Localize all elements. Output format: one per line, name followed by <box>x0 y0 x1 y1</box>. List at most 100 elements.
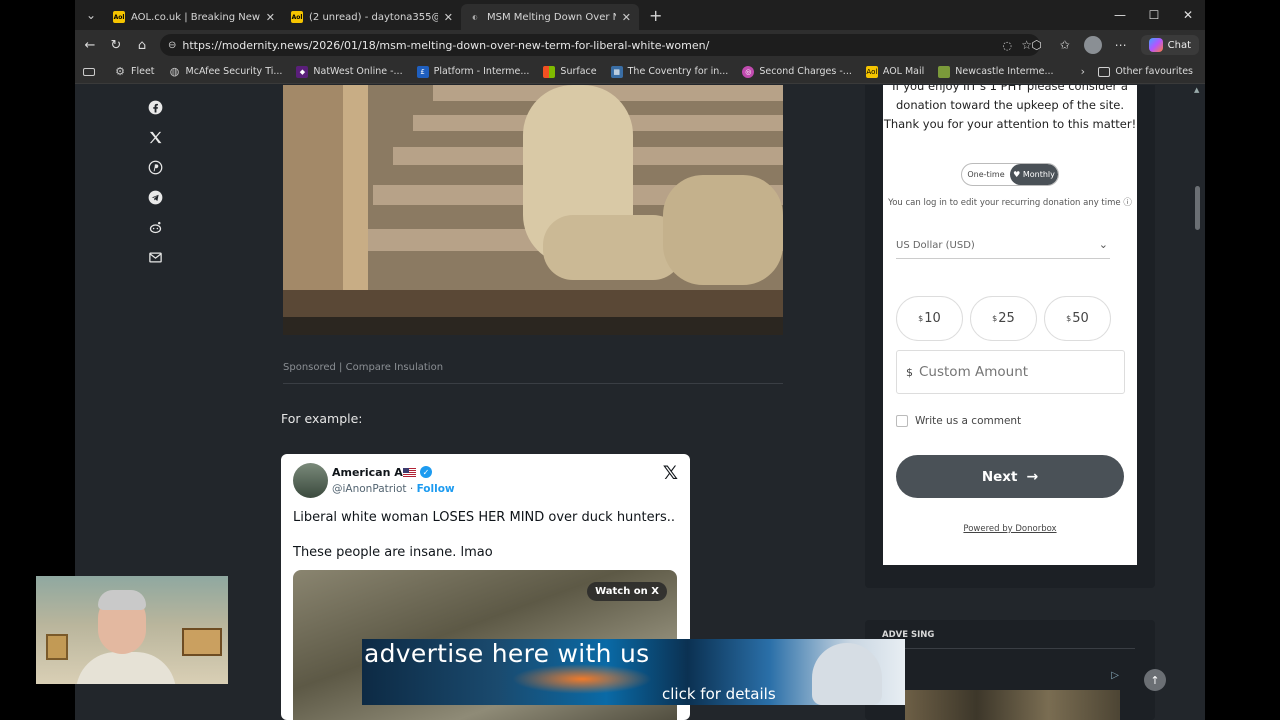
bookmark-surface[interactable]: Surface <box>543 65 597 78</box>
favorites-icon[interactable]: ✩ <box>1051 38 1079 52</box>
person-body <box>76 652 176 684</box>
back-icon[interactable]: ← <box>77 38 103 53</box>
aol-icon: Aol <box>113 11 125 23</box>
watch-on-x-button[interactable]: Watch on X <box>587 582 667 601</box>
tab-aol-mail[interactable]: Aol (2 unread) - daytona355@aol.com ✕ <box>283 4 461 30</box>
reddit-icon[interactable] <box>147 219 163 235</box>
email-icon[interactable] <box>147 249 163 265</box>
currency-select[interactable]: US Dollar (USD) ⌄ <box>896 238 1110 259</box>
tab-title: MSM Melting Down Over New Te <box>487 11 616 23</box>
telegram-icon[interactable] <box>147 189 163 205</box>
comment-checkbox[interactable] <box>896 415 908 427</box>
bookmark-label: Second Charges -... <box>759 66 852 77</box>
copilot-icon <box>1148 38 1163 52</box>
site-info-icon[interactable]: ⊖ <box>168 40 176 51</box>
banner-glow <box>512 664 652 694</box>
home-icon[interactable]: ⌂ <box>129 38 155 53</box>
bookmark-platform[interactable]: £ Platform - Interme... <box>416 65 530 78</box>
separator-dot: · <box>409 483 414 495</box>
x-icon[interactable] <box>147 129 163 145</box>
amount-10-button[interactable]: $10 <box>896 296 963 341</box>
bookmark-aol-mail[interactable]: Aol AOL Mail <box>865 65 924 78</box>
more-menu-icon[interactable]: ⋯ <box>1107 38 1135 52</box>
monthly-option[interactable]: ♥ Monthly <box>1010 164 1058 185</box>
scrollbar-thumb[interactable] <box>1195 186 1200 230</box>
x-logo-icon[interactable]: 𝕏 <box>663 462 678 484</box>
close-tab-icon[interactable]: ✕ <box>622 11 631 24</box>
currency-symbol: $ <box>906 365 913 379</box>
url-text[interactable]: https://modernity.news/2026/01/18/msm-me… <box>182 39 709 52</box>
currency-symbol: $ <box>918 314 924 323</box>
avatar[interactable] <box>293 463 328 498</box>
close-window-icon[interactable]: ✕ <box>1171 0 1205 30</box>
amount-value: 25 <box>998 311 1015 326</box>
extensions-icon[interactable]: ⬡ <box>1023 38 1051 52</box>
tweet-author-name[interactable]: American AF <box>332 466 410 479</box>
bookmark-label: Platform - Interme... <box>433 66 530 77</box>
donation-intro: If you enjoy IIT's 1 PHY please consider… <box>883 85 1137 131</box>
follow-link[interactable]: Follow <box>417 483 455 495</box>
bookmark-second-charges[interactable]: ◎ Second Charges -... <box>742 65 852 78</box>
new-tab-button[interactable]: + <box>649 6 662 25</box>
amount-50-button[interactable]: $50 <box>1044 296 1111 341</box>
bookmark-coventry[interactable]: ▦ The Coventry for in... <box>610 65 729 78</box>
one-time-option[interactable]: One-time <box>962 164 1010 185</box>
custom-amount-field[interactable]: $ <box>896 350 1125 394</box>
loading-icon: ◐ <box>472 13 478 21</box>
scroll-to-top-button[interactable]: ↑ <box>1144 669 1166 691</box>
arrow-up-icon: ↑ <box>1150 673 1160 687</box>
bookmarks-bar-icon[interactable] <box>83 67 100 76</box>
bookmark-label: McAfee Security Ti... <box>185 66 283 77</box>
address-bar[interactable]: ⊖ https://modernity.news/2026/01/18/msm-… <box>160 34 1040 56</box>
advertise-banner[interactable]: advertise here with us click for details <box>362 639 905 705</box>
refresh-icon[interactable]: ↻ <box>103 38 129 53</box>
profile-avatar[interactable] <box>1083 36 1102 54</box>
donation-widget: If you enjoy IIT's 1 PHY please consider… <box>883 85 1137 565</box>
sponsored-image[interactable] <box>283 85 783 335</box>
bookmark-newcastle[interactable]: Newcastle Interme... <box>938 65 1054 78</box>
second-charges-icon: ◎ <box>742 65 755 78</box>
ad-choices-icon[interactable]: ▷ <box>1111 670 1119 681</box>
close-tab-icon[interactable]: ✕ <box>266 11 275 24</box>
bookmark-label: Newcastle Interme... <box>955 66 1054 77</box>
close-tab-icon[interactable]: ✕ <box>444 11 453 24</box>
bookmark-fleet[interactable]: ⚙ Fleet <box>114 65 154 78</box>
address-bar-row: ← ↻ ⌂ ⊖ https://modernity.news/2026/01/1… <box>75 30 1205 60</box>
window-controls: — ☐ ✕ <box>1103 0 1205 30</box>
tab-modernity-article[interactable]: ◐ MSM Melting Down Over New Te ✕ <box>461 4 639 30</box>
author-badges: ✓ <box>403 466 432 478</box>
maximize-icon[interactable]: ☐ <box>1137 0 1171 30</box>
microsoft-icon <box>543 65 556 78</box>
tab-strip: ⌄ Aol AOL.co.uk | Breaking News, Sport, … <box>75 0 1205 30</box>
tab-aol[interactable]: Aol AOL.co.uk | Breaking News, Sport, ✕ <box>105 4 283 30</box>
bookmark-mcafee[interactable]: ◍ McAfee Security Ti... <box>169 65 283 78</box>
next-button[interactable]: Next → <box>896 455 1124 498</box>
other-favourites[interactable]: Other favourites <box>1098 66 1193 77</box>
sponsored-label[interactable]: Sponsored | Compare Insulation <box>283 362 443 373</box>
frequency-toggle: One-time ♥ Monthly <box>961 163 1059 186</box>
reading-mode-icon[interactable]: ◌ <box>1002 39 1012 52</box>
chevron-right-icon[interactable]: › <box>1081 65 1085 78</box>
page-scrollbar[interactable]: ▲ <box>1191 84 1205 720</box>
bookmark-natwest[interactable]: ◆ NatWest Online -... <box>296 65 403 78</box>
tab-actions-menu[interactable]: ⌄ <box>77 4 105 26</box>
globe-icon: ◍ <box>169 65 180 78</box>
facebook-icon[interactable] <box>147 99 163 115</box>
custom-amount-input[interactable] <box>919 364 1099 380</box>
copilot-chat-button[interactable]: Chat <box>1140 35 1199 55</box>
tweet-handle[interactable]: @iAnonPatriot <box>332 483 407 495</box>
amount-25-button[interactable]: $25 <box>970 296 1037 341</box>
minimize-icon[interactable]: — <box>1103 0 1137 30</box>
divider <box>283 383 783 384</box>
ad-image[interactable] <box>905 690 1120 720</box>
comment-option[interactable]: Write us a comment <box>896 415 1021 427</box>
powered-by-link[interactable]: Powered by Donorbox <box>883 524 1137 534</box>
pinterest-icon[interactable] <box>147 159 163 175</box>
scroll-up-icon[interactable]: ▲ <box>1194 86 1199 94</box>
page-content: Sponsored | Compare Insulation For examp… <box>75 85 1195 720</box>
help-icon[interactable]: ⓘ <box>1123 198 1132 208</box>
recurring-note: You can log in to edit your recurring do… <box>883 195 1137 212</box>
bookmark-label: The Coventry for in... <box>627 66 729 77</box>
comment-label[interactable]: Write us a comment <box>915 415 1021 427</box>
tab-title: (2 unread) - daytona355@aol.com <box>309 11 438 23</box>
